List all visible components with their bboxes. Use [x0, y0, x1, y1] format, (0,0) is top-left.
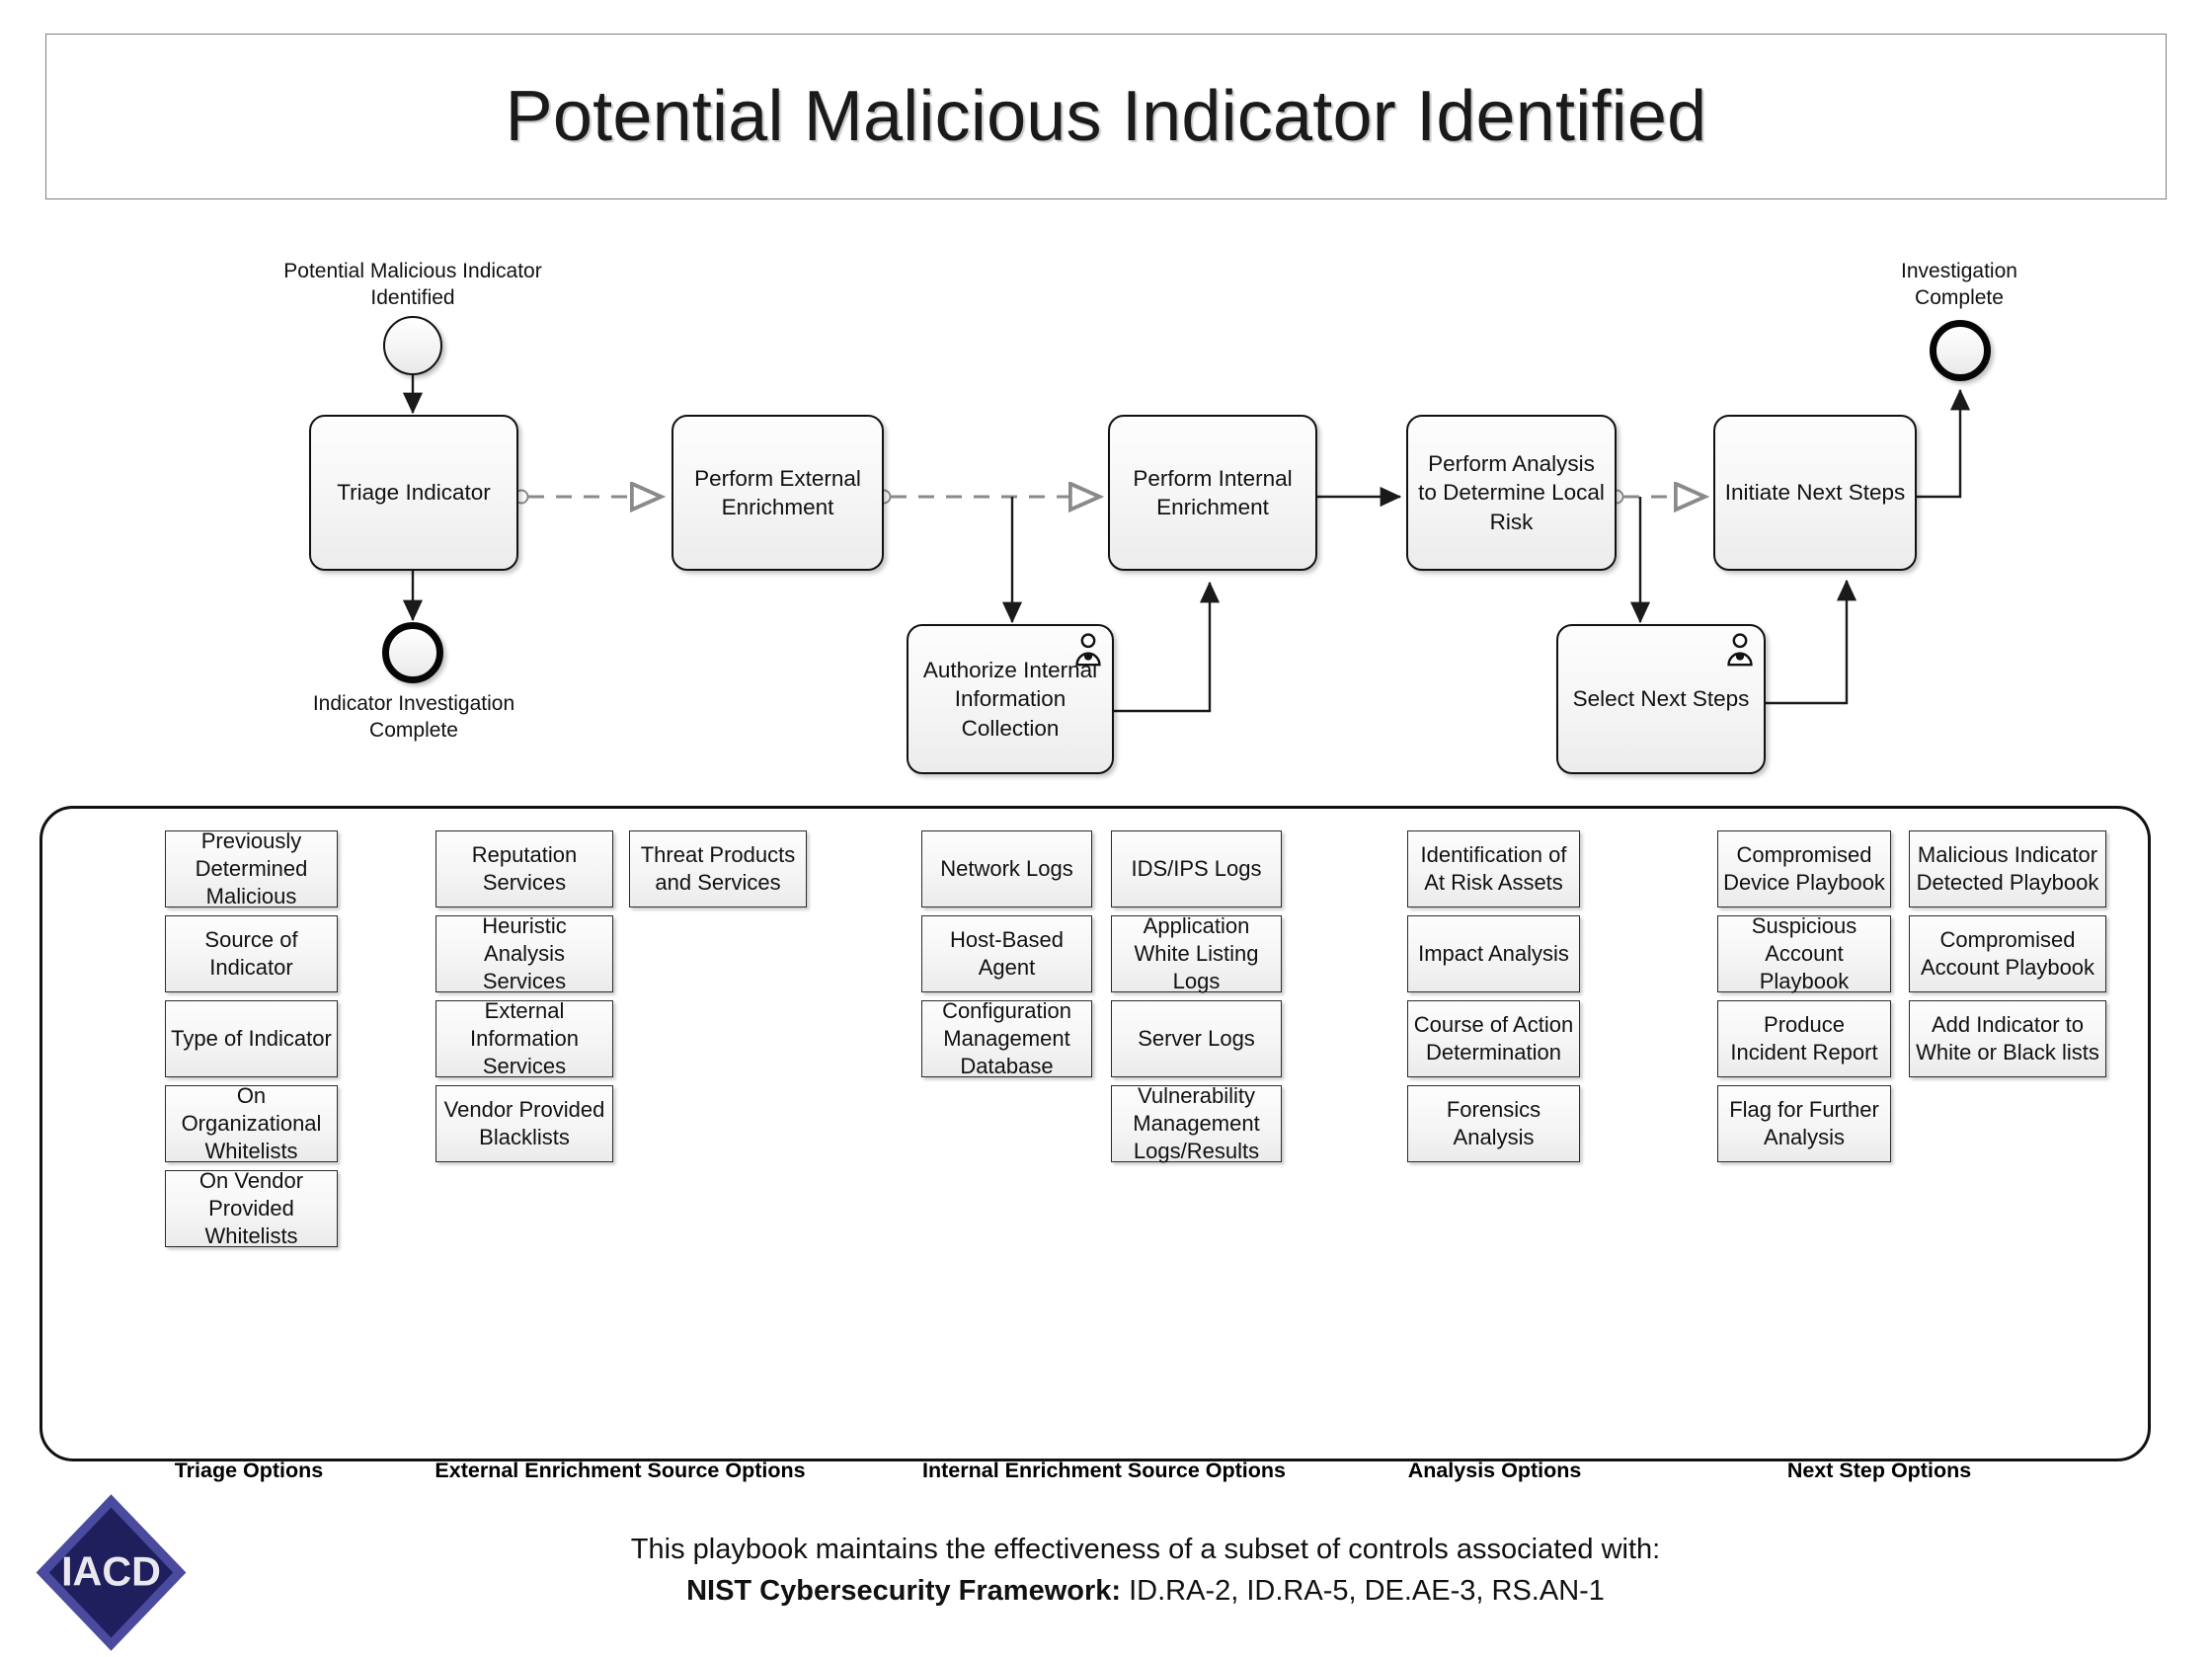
task-triage-indicator[interactable]: Triage Indicator — [309, 415, 518, 571]
footer-text: This playbook maintains the effectivenes… — [375, 1529, 1916, 1612]
user-task-icon — [1075, 633, 1101, 667]
options-panel: Previously Determined Malicious Source o… — [40, 806, 2151, 1482]
footer-line-2: NIST Cybersecurity Framework: ID.RA-2, I… — [375, 1570, 1916, 1612]
task-perform-external-enrichment[interactable]: Perform External Enrichment — [672, 415, 884, 571]
options-group: Previously Determined Malicious Source o… — [165, 828, 338, 1248]
end-event-investigation — [1930, 320, 1991, 381]
option-item[interactable]: Server Logs — [1111, 1000, 1282, 1077]
options-caption-external-enrichment: External Enrichment Source Options — [434, 1459, 806, 1482]
option-item[interactable]: Compromised Device Playbook — [1717, 830, 1891, 907]
task-initiate-next-steps[interactable]: Initiate Next Steps — [1713, 415, 1917, 571]
option-item[interactable]: Suspicious Account Playbook — [1717, 913, 1891, 993]
user-task-icon — [1727, 633, 1753, 667]
task-perform-internal-enrichment[interactable]: Perform Internal Enrichment — [1108, 415, 1317, 571]
option-item[interactable]: Impact Analysis — [1407, 915, 1580, 992]
option-item[interactable]: Reputation Services — [435, 830, 613, 907]
option-item[interactable]: Vulnerability Management Logs/Results — [1111, 1083, 1282, 1163]
options-caption-internal-enrichment: Internal Enrichment Source Options — [922, 1459, 1286, 1482]
options-group: Compromised Device Playbook Suspicious A… — [1717, 830, 1891, 1162]
svg-text:IACD: IACD — [61, 1549, 161, 1595]
option-item[interactable]: Heuristic Analysis Services — [435, 913, 613, 993]
option-item[interactable]: Source of Indicator — [165, 915, 338, 992]
task-select-next-steps[interactable]: Select Next Steps — [1556, 624, 1766, 774]
options-group: Malicious Indicator Detected Playbook Co… — [1909, 830, 2106, 1077]
footer-framework-label: NIST Cybersecurity Framework: — [686, 1575, 1122, 1608]
option-item[interactable]: On Vendor Provided Whitelists — [165, 1168, 338, 1248]
footer: IACD This playbook maintains the effecti… — [0, 1481, 2212, 1657]
option-item[interactable]: Previously Determined Malicious — [165, 828, 338, 908]
option-item[interactable]: Vendor Provided Blacklists — [435, 1085, 613, 1162]
iacd-logo: IACD — [36, 1494, 187, 1651]
option-item[interactable]: Network Logs — [921, 830, 1092, 907]
start-event — [383, 316, 442, 375]
option-item[interactable]: Type of Indicator — [165, 1000, 338, 1077]
options-group: IDS/IPS Logs Application White Listing L… — [1111, 830, 1282, 1163]
bpmn-flow-diagram: Potential Malicious Indicator Identified… — [0, 0, 2212, 810]
option-item[interactable]: Add Indicator to White or Black lists — [1909, 1000, 2106, 1077]
options-group: Threat Products and Services — [629, 830, 807, 907]
option-item[interactable]: Course of Action Determination — [1407, 1000, 1580, 1077]
option-item[interactable]: Malicious Indicator Detected Playbook — [1909, 830, 2106, 907]
option-item[interactable]: Flag for Further Analysis — [1717, 1085, 1891, 1162]
option-item[interactable]: Application White Listing Logs — [1111, 913, 1282, 993]
end-event-indicator-investigation-label: Indicator Investigation Complete — [312, 692, 515, 742]
options-group: Network Logs Host-Based Agent Configurat… — [921, 830, 1092, 1078]
option-item[interactable]: Compromised Account Playbook — [1909, 915, 2106, 992]
options-caption-analysis: Analysis Options — [1407, 1459, 1582, 1482]
option-item[interactable]: Configuration Management Database — [921, 998, 1092, 1078]
footer-line-1: This playbook maintains the effectivenes… — [630, 1534, 1661, 1565]
options-group: Reputation Services Heuristic Analysis S… — [435, 830, 613, 1162]
start-event-label: Potential Malicious Indicator Identified — [283, 260, 542, 309]
options-caption-next-step: Next Step Options — [1786, 1459, 1972, 1482]
option-item[interactable]: Forensics Analysis — [1407, 1085, 1580, 1162]
option-item[interactable]: External Information Services — [435, 998, 613, 1078]
option-item[interactable]: Threat Products and Services — [629, 830, 807, 907]
option-item[interactable]: Produce Incident Report — [1717, 1000, 1891, 1077]
task-perform-analysis-local-risk[interactable]: Perform Analysis to Determine Local Risk — [1406, 415, 1617, 571]
end-event-indicator-investigation — [382, 622, 443, 683]
option-item[interactable]: IDS/IPS Logs — [1111, 830, 1282, 907]
options-group: Identification of At Risk Assets Impact … — [1407, 830, 1580, 1162]
option-item[interactable]: Host-Based Agent — [921, 915, 1092, 992]
end-event-investigation-label: Investigation Complete — [1901, 260, 2017, 309]
task-authorize-internal-information-collection[interactable]: Authorize Internal Information Collectio… — [907, 624, 1114, 774]
options-caption-triage: Triage Options — [174, 1459, 324, 1482]
footer-framework-value: ID.RA-2, ID.RA-5, DE.AE-3, RS.AN-1 — [1121, 1575, 1605, 1608]
option-item[interactable]: On Organizational Whitelists — [165, 1083, 338, 1163]
option-item[interactable]: Identification of At Risk Assets — [1407, 830, 1580, 907]
